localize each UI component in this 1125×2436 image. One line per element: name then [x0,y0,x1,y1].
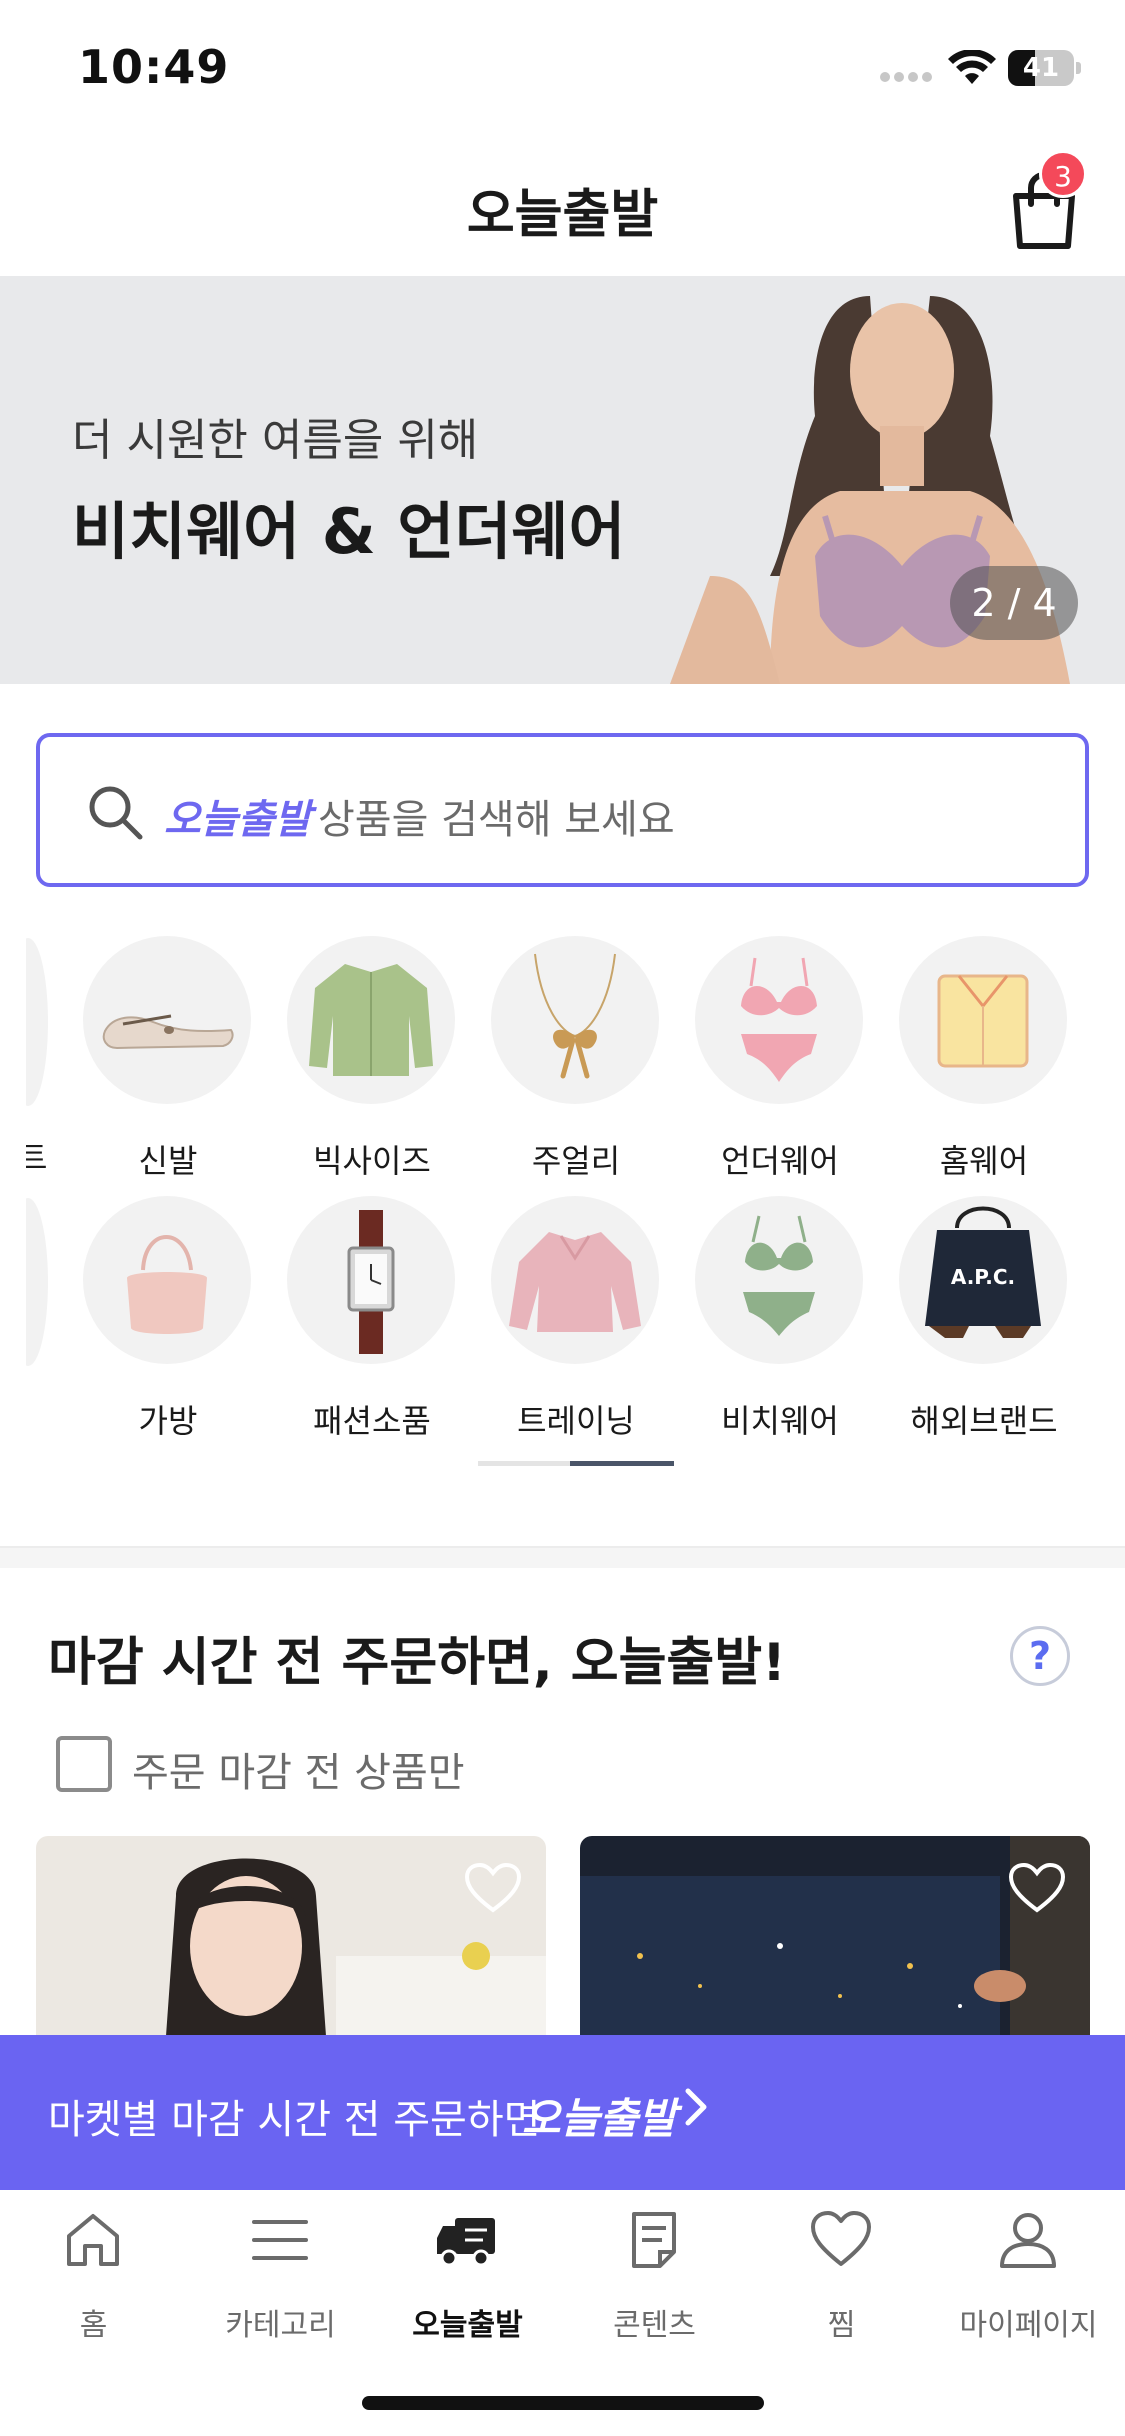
category-item-big-size[interactable]: 빅사이즈 [277,936,467,1196]
category-label: 가방 [138,1402,198,1440]
home-indicator [362,2396,764,2410]
lingerie-icon [741,957,817,1082]
watch-icon [347,1210,395,1354]
nav-label: 찜 [827,2308,856,2343]
category-item-homewear[interactable]: 홈웨어 [889,936,1079,1196]
necklace-icon [534,953,616,1079]
nav-label: 홈 [79,2308,108,2343]
category-item-global-brand[interactable]: A.P.C. 해외브랜드 [889,1196,1079,1456]
status-bar: 10:49 41 [0,0,1125,130]
category-item-beachwear[interactable]: 비치웨어 [685,1196,875,1456]
category-item-underwear[interactable]: 언더웨어 [685,936,875,1196]
section-divider [0,1546,1125,1568]
help-icon[interactable]: ? [1010,1626,1070,1686]
section-title: 마감 시간 전 주문하면, 오늘출발! [48,1633,786,1693]
banner-title: 비치웨어 & 언더웨어 [72,495,626,568]
tote-bag-icon: A.P.C. [925,1206,1041,1338]
search-brand-label: 오늘출발 [164,797,312,843]
battery-icon: 41 [1008,50,1082,86]
pajama-icon [937,974,1029,1068]
deadline-filter-label: 주문 마감 전 상품만 [132,1750,465,1796]
search-placeholder: 상품을 검색해 보세요 [318,797,675,843]
handbag-icon [127,1235,207,1334]
blouse-icon [309,964,433,1076]
nav-label: 오늘출발 [412,2308,523,2343]
truck-icon [437,2218,495,2267]
category-item-accessories[interactable]: 패션소품 [277,1196,467,1456]
cellular-signal-icon [880,72,934,84]
promo-text: 마켓별 마감 시간 전 주문하면 [48,2097,541,2143]
app-header: 오늘출발 [0,130,1125,276]
category-label: 주얼리 [531,1142,621,1180]
nav-item-my-page[interactable]: 마이페이지 [935,2208,1122,2358]
nav-item-today-delivery[interactable]: 오늘출발 [374,2208,561,2358]
search-icon [89,786,143,840]
status-time: 10:49 [78,40,230,94]
document-icon [632,2212,676,2268]
promo-banner[interactable]: 더 시원한 여름을 위해 비치웨어 & 언더웨어 2 / 4 [0,276,1125,684]
category-label: 빅사이즈 [313,1142,431,1180]
home-icon [67,2214,119,2266]
deadline-promo-bar[interactable]: 마켓별 마감 시간 전 주문하면 오늘출발 [0,2035,1125,2190]
category-label: 비치웨어 [721,1402,839,1440]
deadline-filter-checkbox[interactable] [56,1736,112,1792]
category-label: 홈웨어 [939,1142,1029,1180]
category-label: 트레이닝 [517,1402,635,1440]
category-label: 패션소품 [313,1402,431,1440]
banner-pager: 2 / 4 [950,566,1078,640]
nav-label: 마이페이지 [959,2308,1098,2343]
cart-count-badge: 3 [1039,150,1087,198]
wishlist-heart-icon[interactable] [464,1862,522,1914]
category-label: 언더웨어 [721,1142,839,1180]
sweatshirt-icon [509,1232,641,1332]
wishlist-heart-icon[interactable] [1008,1862,1066,1914]
person-icon [1000,2213,1056,2268]
category-item-bags[interactable]: 가방 [73,1196,263,1456]
category-grid: 트 신발 빅사이즈 주얼리 언더웨어 홈웨어 가방 패션소품 트레이닝 비치웨어… [0,928,1125,1488]
heart-icon [811,2211,871,2266]
nav-item-wishlist[interactable]: 찜 [748,2208,935,2358]
nav-label: 콘텐츠 [613,2308,696,2343]
category-label: 해외브랜드 [910,1402,1058,1440]
promo-brand: 오늘출발 [522,2094,677,2143]
nav-item-contents[interactable]: 콘텐츠 [561,2208,748,2358]
page-title: 오늘출발 [466,185,659,245]
product-card[interactable] [36,1836,546,2036]
shoe-icon [102,1014,234,1050]
search-input[interactable]: 오늘출발 상품을 검색해 보세요 [36,733,1089,887]
nav-item-home[interactable]: 홈 [0,2208,187,2358]
svg-text:A.P.C.: A.P.C. [951,1265,1015,1289]
category-label: 신발 [138,1142,198,1180]
nav-item-category[interactable]: 카테고리 [187,2208,374,2358]
banner-subtitle: 더 시원한 여름을 위해 [72,415,479,466]
wifi-icon [948,50,996,84]
nav-label: 카테고리 [225,2308,336,2343]
product-card[interactable] [580,1836,1090,2036]
bikini-icon [743,1215,815,1336]
chevron-right-icon [685,2088,707,2126]
menu-icon [252,2220,308,2260]
category-item-training[interactable]: 트레이닝 [481,1196,671,1456]
category-scroll-thumb [570,1461,674,1466]
battery-percent: 41 [1022,53,1060,83]
category-item-shoes[interactable]: 신발 [73,936,263,1196]
category-item-jewelry[interactable]: 주얼리 [481,936,671,1196]
